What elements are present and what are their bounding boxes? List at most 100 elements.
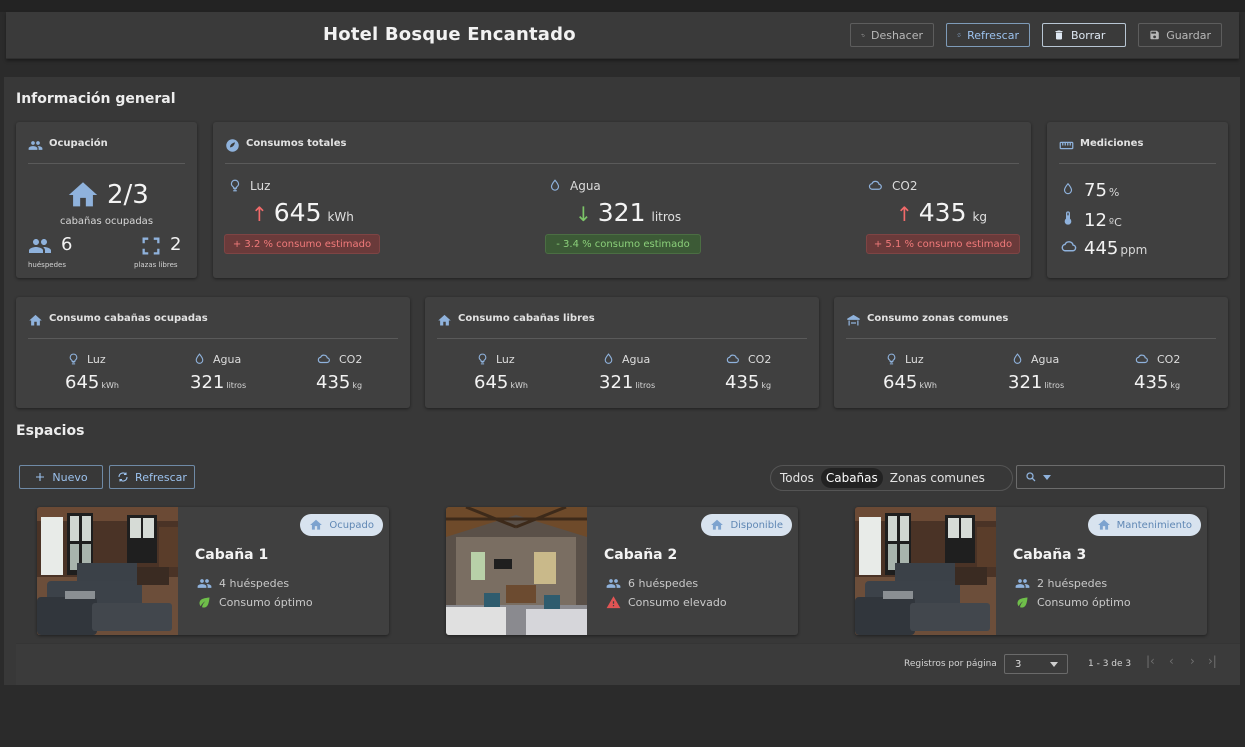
guests-label: huéspedes: [28, 261, 66, 269]
occupied-cabins-title: Consumo cabañas ocupadas: [49, 313, 208, 324]
occupancy-title: Ocupación: [49, 138, 108, 149]
co2-metric-label: CO2: [866, 178, 917, 193]
general-section-title: Información general: [16, 91, 176, 107]
cabin-1-photo: [37, 507, 178, 635]
occupancy-card: Ocupación 2/3 cabañas ocupadas 6 huésped…: [16, 122, 197, 278]
consumption-text: Consumo óptimo: [1037, 596, 1131, 609]
light-value: 645 kWh: [474, 372, 528, 393]
common-areas-title: Consumo zonas comunes: [867, 313, 1009, 324]
gazebo-icon: [846, 313, 861, 328]
water-number: 321: [190, 372, 225, 393]
water-drop-icon: [548, 178, 562, 193]
co2-value: 435 kg: [1134, 372, 1180, 393]
co2-label: CO2: [1133, 352, 1180, 366]
first-page-icon[interactable]: |‹: [1146, 654, 1155, 668]
water-unit: litros: [1044, 381, 1065, 390]
undo-button[interactable]: Deshacer: [850, 23, 934, 47]
save-button[interactable]: Guardar: [1138, 23, 1222, 47]
temperature-unit: ºC: [1108, 216, 1122, 229]
co2-cloud-icon: [1059, 238, 1078, 255]
co2-number: 435: [1134, 372, 1169, 393]
humidity-measure: 75 %: [1084, 180, 1119, 201]
guests-row: 4 huéspedes: [197, 576, 289, 591]
refresh-button[interactable]: Refrescar: [946, 23, 1030, 47]
light-number: 645: [474, 372, 509, 393]
water-label-text: Agua: [1031, 352, 1060, 366]
space-card-3[interactable]: Mantenimiento Cabaña 3 2 huéspedes Consu…: [855, 507, 1207, 635]
chevron-down-icon: [1050, 662, 1058, 667]
water-value: 321 litros: [1008, 372, 1064, 393]
filter-all[interactable]: Todos: [775, 468, 819, 488]
main-panel: Información general Ocupación 2/3 cabaña…: [4, 77, 1240, 685]
top-strip: [0, 0, 1245, 12]
ruler-icon: [1059, 138, 1074, 153]
light-label: Luz: [67, 352, 106, 366]
light-number: 645: [883, 372, 918, 393]
water-label-text: Agua: [622, 352, 651, 366]
consumption-text: Consumo óptimo: [219, 596, 313, 609]
space-type-filter: Todos Cabañas Zonas comunes: [770, 465, 1013, 491]
light-label-text: Luz: [250, 178, 271, 193]
focus-icon: [140, 235, 162, 257]
chevron-down-icon[interactable]: [1043, 474, 1051, 480]
co2-consumption-badge: + 5.1 % consumo estimado: [866, 234, 1020, 254]
status-label: Disponible: [730, 519, 783, 531]
home-icon: [1097, 518, 1111, 532]
cabin-3-photo: [855, 507, 996, 635]
water-total-value: 321: [597, 198, 646, 227]
last-page-icon[interactable]: ›|: [1208, 654, 1217, 668]
occupancy-card-header: Ocupación: [28, 138, 185, 164]
filter-cabins[interactable]: Cabañas: [820, 468, 883, 488]
trash-icon: [1053, 29, 1065, 41]
light-total-value: 645: [273, 198, 322, 227]
occupancy-ratio: 2/3: [107, 180, 149, 210]
common-areas-consumption-card: Consumo zonas comunes Luz 645 kWh Agua 32…: [834, 297, 1228, 408]
delete-button[interactable]: Borrar: [1042, 23, 1126, 47]
arrow-up-icon: ↑: [896, 202, 913, 226]
water-unit: litros: [226, 381, 247, 390]
free-cabins-consumption-card: Consumo cabañas libres Luz 645 kWh Agua 3…: [425, 297, 819, 408]
water-value: 321 litros: [599, 372, 655, 393]
filter-common-areas[interactable]: Zonas comunes: [885, 468, 990, 488]
light-value: 645 kWh: [65, 372, 119, 393]
light-total-unit: kWh: [327, 210, 354, 224]
co2-unit: kg: [1170, 381, 1181, 390]
water-drop-icon: [602, 352, 615, 366]
co2-number: 435: [316, 372, 351, 393]
cabin-2-photo: [446, 507, 587, 635]
total-consumption-title: Consumos totales: [246, 138, 347, 149]
people-icon: [606, 576, 621, 591]
home-icon: [710, 518, 724, 532]
water-total: ↓ 321 litros: [575, 198, 681, 227]
refresh-spaces-button[interactable]: Refrescar: [109, 465, 195, 489]
home-icon: [437, 313, 452, 328]
co2-label-text: CO2: [892, 178, 918, 193]
space-name: Cabaña 2: [604, 547, 678, 563]
measurements-title: Mediciones: [1080, 138, 1144, 149]
rows-per-page-value: 3: [1015, 658, 1022, 670]
water-label-text: Agua: [213, 352, 242, 366]
save-icon: [1149, 29, 1160, 41]
search-input[interactable]: [1016, 465, 1225, 489]
co2-measure: 445 ppm: [1084, 238, 1147, 259]
water-label-text: Agua: [570, 178, 601, 193]
next-page-icon[interactable]: ›: [1190, 654, 1195, 668]
space-card-1[interactable]: Ocupado Cabaña 1 4 huéspedes Consumo ópt…: [37, 507, 389, 635]
new-space-button[interactable]: Nuevo: [19, 465, 103, 489]
refresh-spaces-label: Refrescar: [135, 470, 187, 484]
co2-label-text: CO2: [1157, 352, 1181, 366]
water-unit: litros: [635, 381, 656, 390]
status-label: Ocupado: [329, 519, 374, 531]
light-consumption-badge: + 3.2 % consumo estimado: [224, 234, 380, 254]
rows-per-page-select[interactable]: 3: [1004, 654, 1068, 674]
lightbulb-icon: [476, 352, 489, 366]
consumption-row: Consumo elevado: [606, 595, 727, 610]
refresh-icon: [957, 29, 961, 41]
light-label: Luz: [476, 352, 515, 366]
arrow-up-icon: ↑: [251, 202, 268, 226]
water-label: Agua: [193, 352, 241, 366]
prev-page-icon[interactable]: ‹: [1169, 654, 1174, 668]
free-cabins-title: Consumo cabañas libres: [458, 313, 595, 324]
space-card-2[interactable]: Disponible Cabaña 2 6 huéspedes Consumo …: [446, 507, 798, 635]
status-label: Mantenimiento: [1116, 519, 1192, 531]
